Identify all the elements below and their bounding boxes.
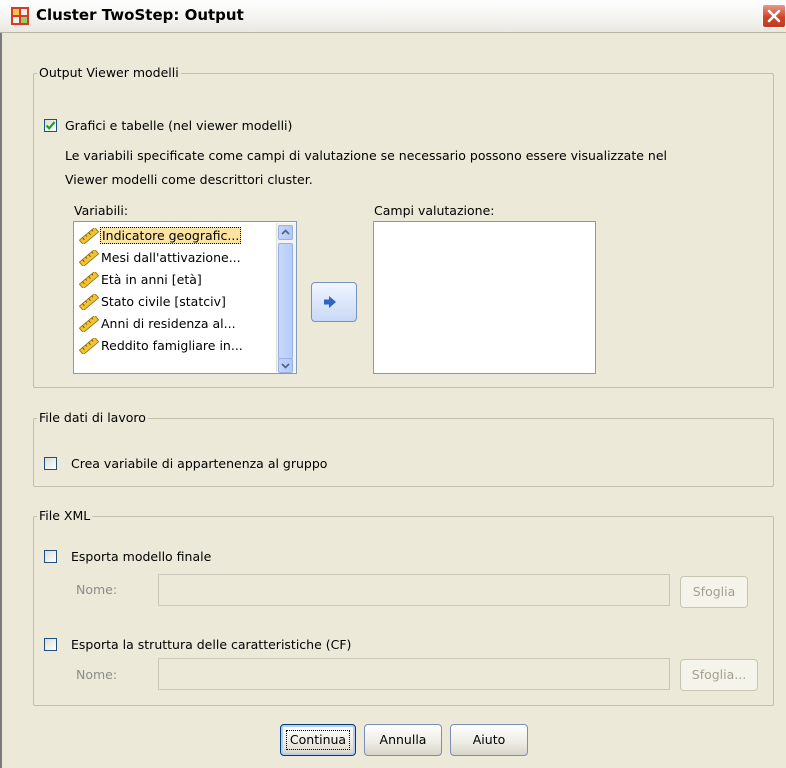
close-icon xyxy=(767,9,781,23)
scroll-up-button[interactable] xyxy=(278,225,293,240)
variable-name: Indicatore geografic... xyxy=(100,227,242,244)
close-button[interactable] xyxy=(762,4,786,28)
right-arrow-icon xyxy=(324,296,336,308)
scroll-down-button[interactable] xyxy=(278,358,293,373)
export-model-name-input[interactable] xyxy=(158,574,670,606)
variable-list-item[interactable]: Mesi dall'attivazione... xyxy=(76,248,266,268)
window-frame xyxy=(0,33,2,768)
scale-ruler-icon xyxy=(78,248,100,268)
help-button[interactable]: Aiuto xyxy=(450,724,528,756)
continue-button[interactable]: Continua xyxy=(280,724,356,756)
export-model-name-label: Nome: xyxy=(76,582,118,597)
title-bar[interactable]: Cluster TwoStep: Output xyxy=(0,0,786,33)
variable-list-item[interactable]: Stato civile [statciv] xyxy=(76,292,266,312)
scale-ruler-icon xyxy=(78,292,100,312)
checkmark-icon xyxy=(45,121,56,130)
variable-list-item[interactable]: Età in anni [età] xyxy=(76,270,266,290)
variable-name: Mesi dall'attivazione... xyxy=(101,250,241,265)
chevron-down-icon xyxy=(281,363,290,369)
scale-ruler-icon xyxy=(78,270,100,290)
cancel-button[interactable]: Annulla xyxy=(364,724,442,756)
export-cf-label[interactable]: Esporta la struttura delle caratteristic… xyxy=(71,637,351,652)
export-model-label[interactable]: Esporta modello finale xyxy=(71,549,211,564)
scale-ruler-icon xyxy=(78,336,100,356)
variable-list-item[interactable]: Indicatore geografic... xyxy=(76,226,266,246)
eval-fields-listbox[interactable] xyxy=(373,221,596,374)
charts-tables-label[interactable]: Grafici e tabelle (nel viewer modelli) xyxy=(65,118,292,133)
variable-name: Stato civile [statciv] xyxy=(101,294,226,309)
spss-table-icon xyxy=(11,7,29,25)
create-membership-var-checkbox[interactable] xyxy=(44,457,57,470)
variables-label: Variabili: xyxy=(74,203,129,218)
variable-list-item[interactable]: Reddito famigliare in... xyxy=(76,336,266,356)
create-membership-var-label[interactable]: Crea variabile di appartenenza al gruppo xyxy=(71,456,327,471)
variables-listbox[interactable]: Indicatore geografic... Mesi dall'attivaz… xyxy=(73,221,297,374)
description-line-2: Viewer modelli come descrittori cluster. xyxy=(65,172,313,187)
export-cf-name-input[interactable] xyxy=(158,658,670,690)
variable-list-item[interactable]: Anni di residenza al... xyxy=(76,314,266,334)
scroll-thumb[interactable] xyxy=(278,243,293,359)
charts-tables-checkbox[interactable] xyxy=(44,119,57,132)
export-model-checkbox[interactable] xyxy=(44,550,57,563)
window-title: Cluster TwoStep: Output xyxy=(36,6,244,24)
move-to-eval-fields-button[interactable] xyxy=(311,282,357,322)
variable-name: Reddito famigliare in... xyxy=(101,338,243,353)
variable-name: Anni di residenza al... xyxy=(101,316,236,331)
export-cf-browse-button[interactable]: Sfoglia... xyxy=(680,659,758,691)
scale-ruler-icon xyxy=(78,314,100,334)
export-cf-name-label: Nome: xyxy=(76,667,118,682)
working-file-group xyxy=(33,418,774,487)
chevron-up-icon xyxy=(281,229,290,235)
description-line-1: Le variabili specificate come campi di v… xyxy=(65,148,667,163)
working-file-legend: File dati di lavoro xyxy=(37,410,148,425)
eval-fields-label: Campi valutazione: xyxy=(374,203,495,218)
variables-scrollbar[interactable] xyxy=(276,223,296,373)
continue-button-label: Continua xyxy=(285,730,351,750)
scale-ruler-icon xyxy=(78,226,100,246)
variable-name: Età in anni [età] xyxy=(101,272,202,287)
output-viewer-legend: Output Viewer modelli xyxy=(37,65,181,80)
export-model-browse-button[interactable]: Sfoglia xyxy=(680,576,748,608)
xml-file-legend: File XML xyxy=(37,508,93,523)
export-cf-checkbox[interactable] xyxy=(44,638,57,651)
